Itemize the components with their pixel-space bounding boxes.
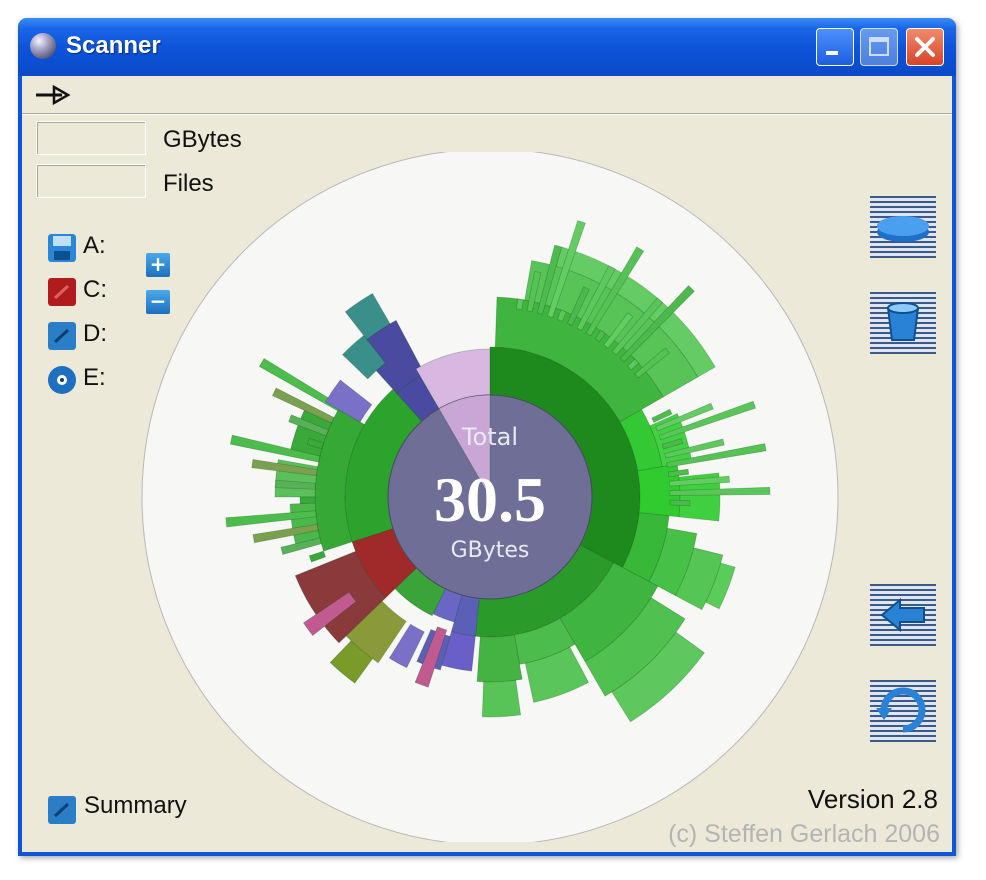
refresh-icon (876, 687, 926, 733)
summary-label: Summary (84, 792, 187, 819)
arrow-right-icon[interactable] (34, 84, 72, 106)
center-unit: GBytes (451, 538, 530, 563)
disk-icon (877, 216, 929, 242)
maximize-icon (869, 37, 889, 56)
zoom-out-button[interactable]: − (146, 290, 170, 314)
window-title: Scanner (66, 32, 161, 59)
minimize-icon (826, 51, 838, 55)
copyright-text: (c) Steffen Gerlach 2006 (668, 820, 940, 848)
drive-d[interactable]: D: (48, 320, 148, 352)
cd-icon (48, 366, 76, 394)
gbytes-field (36, 121, 146, 155)
back-button[interactable] (870, 584, 936, 646)
zoom-in-button[interactable]: + (146, 253, 170, 277)
refresh-button[interactable] (870, 680, 936, 742)
floppy-icon (48, 234, 76, 262)
ring2-segment[interactable] (481, 679, 522, 718)
spike-segment[interactable] (669, 499, 691, 507)
drive-e[interactable]: E: (48, 364, 148, 396)
minimize-button[interactable] (816, 28, 854, 66)
title-bar[interactable]: Scanner (18, 18, 956, 76)
close-button[interactable] (906, 28, 944, 66)
sunburst-chart[interactable]: Total 30.5 GBytes (140, 152, 840, 842)
drive-c-label: C: (83, 276, 107, 303)
drive-a[interactable]: A: (48, 232, 148, 264)
back-arrow-icon (880, 597, 925, 633)
maximize-button[interactable] (860, 28, 898, 66)
version-text: Version 2.8 (807, 784, 938, 814)
spike-segment[interactable] (299, 496, 316, 505)
drive-d-label: D: (83, 320, 107, 347)
disk-icon (48, 322, 76, 350)
disk-view-button[interactable] (870, 196, 936, 258)
gbytes-label: GBytes (163, 126, 242, 153)
app-icon (30, 33, 56, 59)
drive-e-label: E: (83, 364, 106, 391)
spike-segment[interactable] (515, 298, 524, 311)
drive-c[interactable]: C: (48, 276, 148, 308)
toolbar-separator (22, 113, 952, 115)
scanner-window: Scanner GBytes Files Total 30.5 GBytes A… (18, 18, 956, 856)
trash-icon (886, 302, 920, 341)
files-field (36, 164, 146, 198)
trash-button[interactable] (870, 292, 936, 354)
toolbar (22, 76, 952, 112)
ring2-segment[interactable] (476, 634, 523, 683)
client-area: GBytes Files Total 30.5 GBytes A: C: D: … (22, 76, 952, 852)
drive-a-label: A: (83, 232, 106, 259)
center-value: 30.5 (434, 464, 546, 535)
center-label-top: Total (461, 423, 518, 451)
summary-icon (48, 796, 76, 824)
hard-disk-icon (48, 278, 76, 306)
close-icon (915, 37, 935, 57)
